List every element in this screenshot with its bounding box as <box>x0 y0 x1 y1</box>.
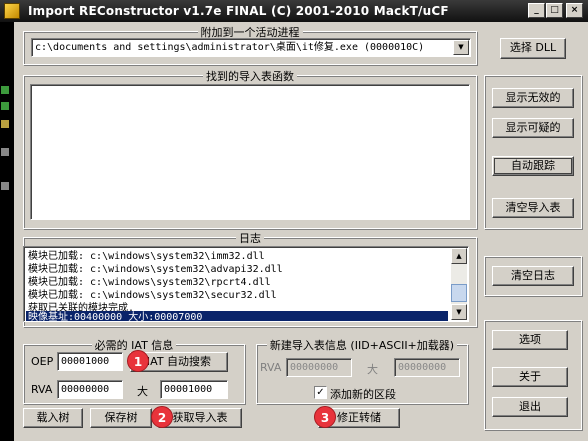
main-panel: 附加到一个活动进程 c:\documents and settings\admi… <box>14 22 588 441</box>
about-button[interactable]: 关于 <box>492 367 568 387</box>
show-suspect-button[interactable]: 显示可疑的 <box>492 118 574 138</box>
new-iat-group-title: 新建导入表信息 (IID+ASCII+加载器) <box>266 339 458 352</box>
add-section-label: 添加新的区段 <box>330 388 396 401</box>
log-group-title: 日志 <box>236 232 264 245</box>
background-mark <box>1 182 9 190</box>
select-dll-button[interactable]: 选择 DLL <box>500 38 566 59</box>
add-section-checkbox[interactable]: ✓ <box>314 386 327 399</box>
new-rva-label: RVA <box>260 361 282 374</box>
imports-group-title: 找到的导入表函数 <box>203 70 297 83</box>
log-line: 模块已加载: c:\windows\system32\imm32.dll <box>28 251 265 262</box>
background-mark <box>1 148 9 156</box>
log-scrollbar[interactable]: ▲ ▼ <box>451 248 467 320</box>
step-1-marker: 1 <box>127 350 149 372</box>
log-list[interactable]: 模块已加载: c:\windows\system32\imm32.dll 模块已… <box>23 246 469 322</box>
process-value: c:\documents and settings\administrator\… <box>35 42 425 53</box>
background-mark <box>1 86 9 94</box>
close-button[interactable]: × <box>566 3 583 18</box>
log-line: 模块已加载: c:\windows\system32\rpcrt4.dll <box>28 277 271 288</box>
scroll-thumb[interactable] <box>451 284 467 302</box>
auto-trace-button[interactable]: 自动跟踪 <box>492 156 574 176</box>
new-size-input[interactable]: 00000000 <box>394 358 460 377</box>
chevron-down-icon[interactable]: ▼ <box>453 40 469 55</box>
new-rva-input[interactable]: 00000000 <box>286 358 352 377</box>
show-invalid-button[interactable]: 显示无效的 <box>492 88 574 108</box>
clear-log-button[interactable]: 清空日志 <box>492 266 574 286</box>
background-strip <box>0 22 14 441</box>
background-mark <box>1 102 9 110</box>
scroll-up-icon[interactable]: ▲ <box>451 248 467 264</box>
exit-button[interactable]: 退出 <box>492 397 568 417</box>
log-line-selected: 映像基址:00400000 大小:00007000 <box>26 311 448 321</box>
rva-label: RVA <box>31 383 53 396</box>
process-select[interactable]: c:\documents and settings\administrator\… <box>31 38 471 57</box>
step-3-marker: 3 <box>314 406 336 428</box>
log-line: 模块已加载: c:\windows\system32\advapi32.dll <box>28 264 283 275</box>
oep-label: OEP <box>31 355 54 368</box>
imports-tree[interactable] <box>30 84 470 220</box>
step-2-marker: 2 <box>151 406 173 428</box>
app-icon <box>4 3 20 19</box>
save-tree-button[interactable]: 保存树 <box>90 408 152 428</box>
oep-input[interactable]: 00001000 <box>57 352 123 371</box>
minimize-button[interactable]: _ <box>528 3 545 18</box>
background-mark <box>1 120 9 128</box>
scroll-down-icon[interactable]: ▼ <box>451 304 467 320</box>
maximize-button[interactable]: □ <box>546 3 563 18</box>
title-bar[interactable]: Import REConstructor v1.7e FINAL (C) 200… <box>0 0 588 22</box>
window-title: Import REConstructor v1.7e FINAL (C) 200… <box>28 4 449 18</box>
load-tree-button[interactable]: 载入树 <box>23 408 83 428</box>
rva-input[interactable]: 00000000 <box>57 380 123 399</box>
new-size-label: 大 <box>367 363 378 376</box>
size-input[interactable]: 00001000 <box>160 380 228 399</box>
clear-imports-button[interactable]: 清空导入表 <box>492 198 574 218</box>
size-label: 大 <box>137 385 148 398</box>
log-line: 模块已加载: c:\windows\system32\secur32.dll <box>28 290 277 301</box>
options-button[interactable]: 选项 <box>492 330 568 350</box>
